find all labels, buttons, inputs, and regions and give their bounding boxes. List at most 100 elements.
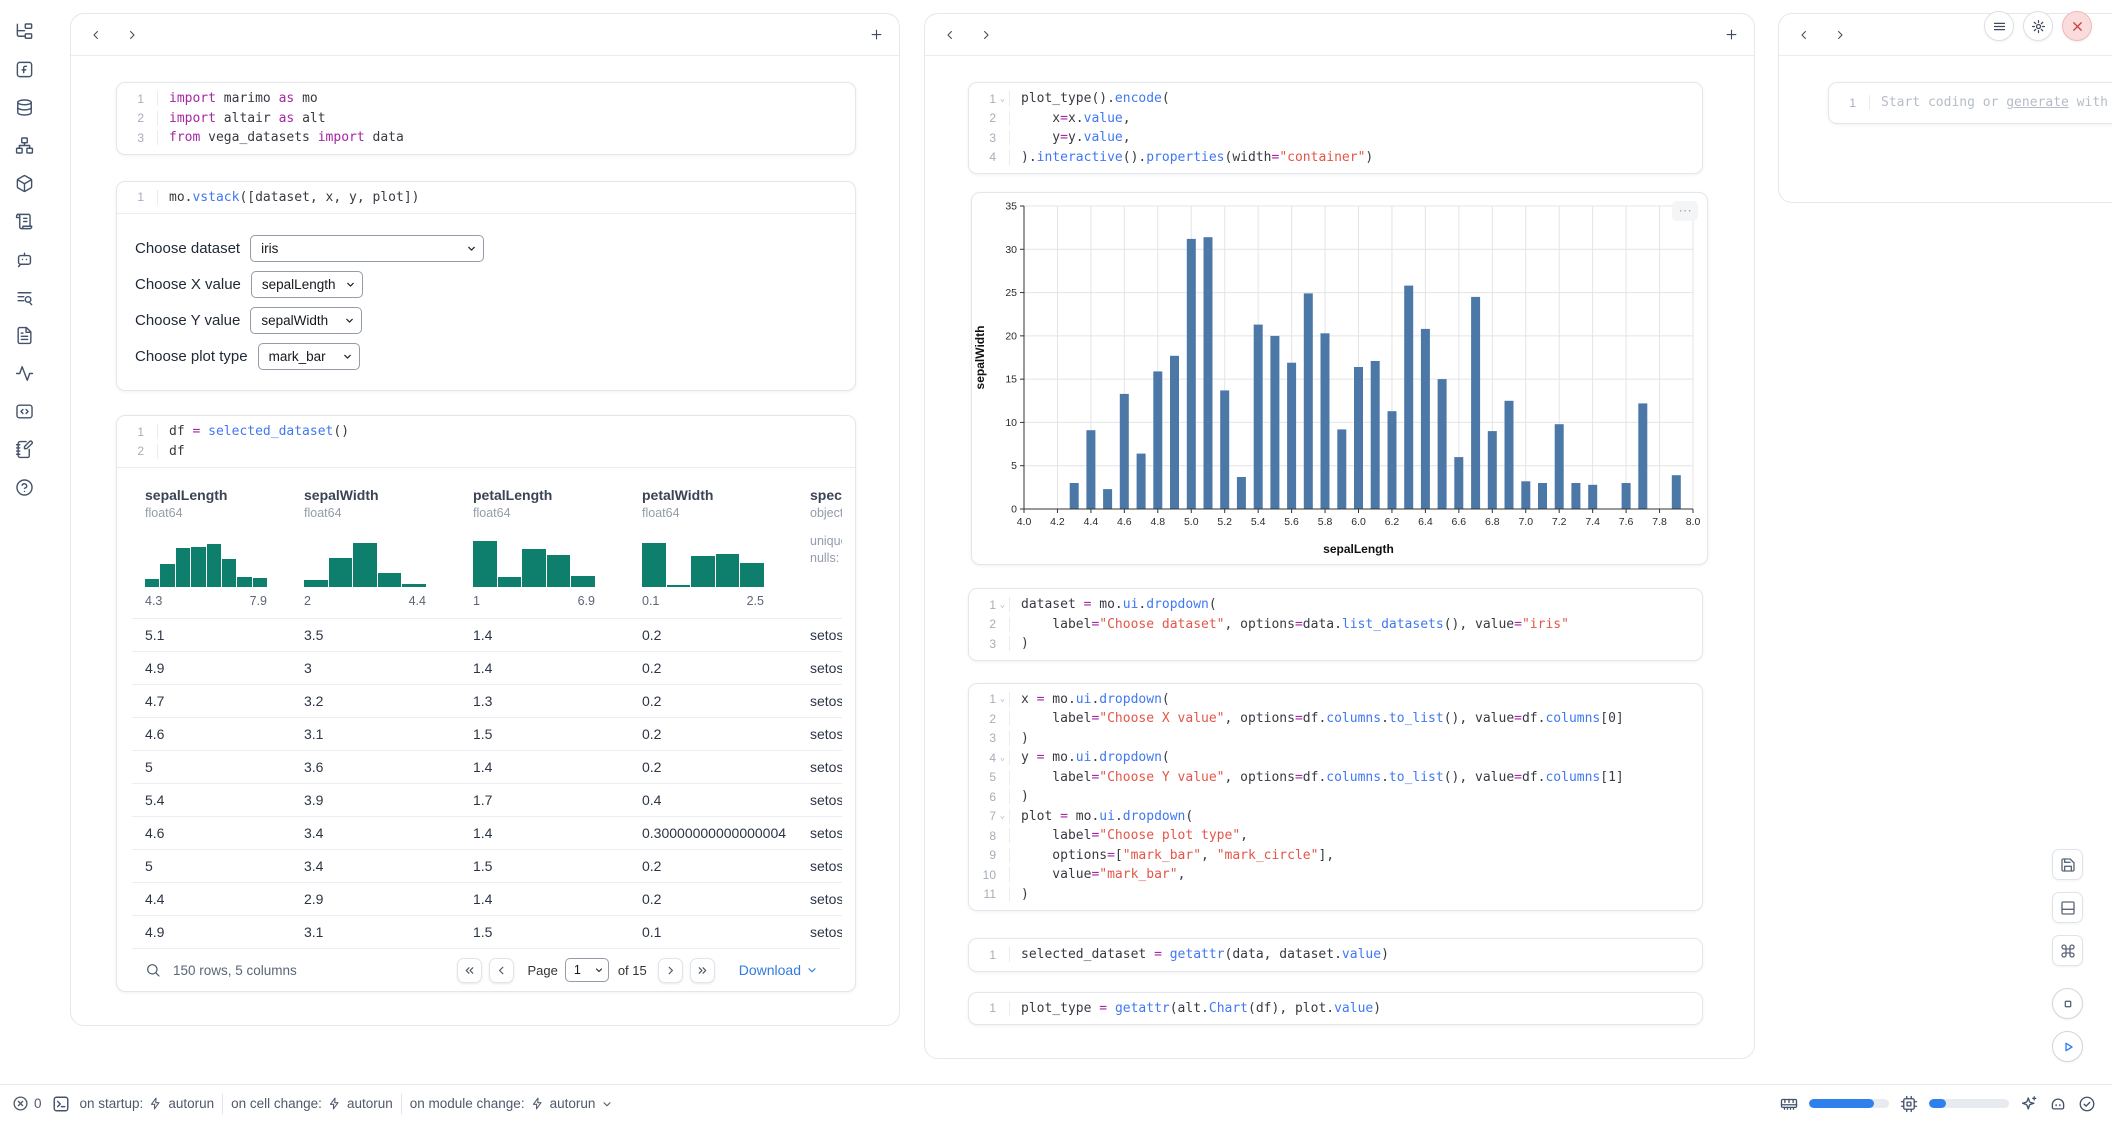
package-icon[interactable]	[12, 171, 36, 195]
ai-sparkles-icon[interactable]	[2020, 1095, 2038, 1113]
fold-chevron-icon[interactable]: ⌄	[996, 600, 1009, 610]
table-row[interactable]: 4.63.11.50.2setosa	[132, 717, 842, 750]
column-back-button[interactable]	[1791, 22, 1817, 48]
table-row[interactable]: 5.13.51.40.2setosa	[132, 618, 842, 651]
table-row[interactable]: 5.43.91.70.4setosa	[132, 783, 842, 816]
column-forward-button[interactable]	[119, 22, 145, 48]
column-histogram[interactable]	[642, 535, 764, 587]
code-line: 4).interactive().properties(width="conta…	[969, 148, 1702, 168]
autorun-setting[interactable]: on cell change:autorun	[231, 1096, 393, 1111]
code-editor[interactable]: 1⌄x = mo.ui.dropdown(2 label="Choose X v…	[969, 684, 1702, 911]
column-histogram[interactable]	[473, 535, 595, 587]
code-editor[interactable]: 1selected_dataset = getattr(data, datase…	[969, 939, 1702, 971]
stop-button[interactable]	[2052, 988, 2083, 1019]
svg-text:10: 10	[1005, 417, 1017, 429]
keyboard-shortcuts-button[interactable]	[2052, 935, 2083, 966]
table-cell: 5	[132, 858, 291, 874]
code-editor[interactable]: 1import marimo as mo2import altair as al…	[117, 83, 855, 154]
column-name[interactable]: sepalLength	[145, 487, 291, 503]
fold-chevron-icon[interactable]: ⌄	[996, 694, 1009, 704]
table-cell: 1.5	[460, 924, 629, 940]
layout-toggle-button[interactable]	[2052, 892, 2083, 923]
run-button[interactable]	[2052, 1031, 2083, 1062]
function-square-icon[interactable]	[12, 57, 36, 81]
connection-status-icon[interactable]	[2078, 1095, 2096, 1113]
code-line: 1⌄x = mo.ui.dropdown(	[969, 690, 1702, 710]
fold-chevron-icon[interactable]: ⌄	[996, 811, 1009, 821]
activity-icon[interactable]	[12, 361, 36, 385]
line-number: 2	[117, 444, 144, 458]
cpu-icon[interactable]	[1900, 1095, 1918, 1113]
scroll-icon[interactable]	[12, 209, 36, 233]
code-line: 1mo.vstack([dataset, x, y, plot])	[117, 188, 855, 208]
column-forward-button[interactable]	[1827, 22, 1853, 48]
middle-panel-header	[925, 14, 1754, 56]
scratchpad-cell[interactable]: 1 Start coding or generate with	[1828, 82, 2112, 124]
code-editor[interactable]: 1plot_type = getattr(alt.Chart(df), plot…	[969, 993, 1702, 1025]
memory-icon[interactable]	[1780, 1095, 1798, 1113]
choose-plot-type-select[interactable]: mark_bar	[258, 343, 360, 370]
table-row[interactable]: 4.73.21.30.2setosa	[132, 684, 842, 717]
choose-x-value-select[interactable]: sepalLength	[251, 271, 363, 298]
generate-link[interactable]: generate	[2006, 95, 2069, 110]
network-icon[interactable]	[12, 133, 36, 157]
code-editor[interactable]: 1⌄plot_type().encode(2 x=x.value,3 y=y.v…	[969, 83, 1702, 173]
fold-chevron-icon[interactable]: ⌄	[996, 94, 1009, 104]
search-icon[interactable]	[145, 962, 161, 978]
dropdown-label: Choose X value	[135, 276, 241, 293]
list-search-icon[interactable]	[12, 285, 36, 309]
chat-bot-icon[interactable]	[12, 247, 36, 271]
line-number: 9	[969, 848, 996, 862]
code-editor[interactable]: 1df = selected_dataset()2df	[117, 416, 855, 467]
table-row[interactable]: 4.931.40.2setosa	[132, 651, 842, 684]
menu-button[interactable]	[1984, 11, 2014, 41]
column-back-button[interactable]	[937, 22, 963, 48]
notebook-cell: 1mo.vstack([dataset, x, y, plot]) Choose …	[116, 181, 856, 392]
first-page-button[interactable]	[457, 958, 482, 983]
table-row[interactable]: 4.93.11.50.1setosa	[132, 915, 842, 948]
bar-chart-svg[interactable]: 4.04.24.44.64.85.05.25.45.65.86.06.26.46…	[972, 193, 1709, 566]
chart-options-button[interactable]: ⋯	[1672, 201, 1698, 221]
previous-page-button[interactable]	[489, 958, 514, 983]
last-page-button[interactable]	[690, 958, 715, 983]
table-row[interactable]: 53.41.50.2setosa	[132, 849, 842, 882]
database-icon[interactable]	[12, 95, 36, 119]
choose-dataset-select[interactable]: iris	[250, 235, 484, 262]
code-snippet-icon[interactable]	[12, 399, 36, 423]
column-histogram[interactable]	[304, 535, 426, 587]
code-editor[interactable]: 1⌄dataset = mo.ui.dropdown(2 label="Choo…	[969, 589, 1702, 660]
column-name[interactable]: petalWidth	[642, 487, 797, 503]
column-name[interactable]: sepalWidth	[304, 487, 460, 503]
add-cell-button[interactable]	[863, 22, 889, 48]
choose-y-value-select[interactable]: sepalWidth	[250, 307, 362, 334]
file-tree-icon[interactable]	[12, 19, 36, 43]
help-icon[interactable]	[12, 475, 36, 499]
column-forward-button[interactable]	[973, 22, 999, 48]
code-editor[interactable]: 1mo.vstack([dataset, x, y, plot])	[117, 182, 855, 214]
errors-badge[interactable]: 0	[12, 1095, 42, 1112]
code-line: 1plot_type = getattr(alt.Chart(df), plot…	[969, 999, 1702, 1019]
add-cell-button[interactable]	[1718, 22, 1744, 48]
table-row[interactable]: 53.61.40.2setosa	[132, 750, 842, 783]
close-button[interactable]	[2062, 11, 2092, 41]
notebook-edit-icon[interactable]	[12, 437, 36, 461]
column-name[interactable]: species	[810, 487, 842, 503]
column-histogram[interactable]	[145, 535, 267, 587]
document-icon[interactable]	[12, 323, 36, 347]
table-body: 5.13.51.40.2setosa4.931.40.2setosa4.73.2…	[132, 618, 840, 948]
column-name[interactable]: petalLength	[473, 487, 629, 503]
next-page-button[interactable]	[658, 958, 683, 983]
save-button[interactable]	[2052, 849, 2083, 880]
autorun-setting[interactable]: on module change:autorun	[410, 1096, 614, 1111]
settings-button[interactable]	[2023, 11, 2053, 41]
terminal-button[interactable]	[52, 1095, 70, 1113]
table-row[interactable]: 4.63.41.40.30000000000000004setosa	[132, 816, 842, 849]
copilot-icon[interactable]	[2049, 1095, 2067, 1113]
autorun-setting[interactable]: on startup:autorun	[80, 1096, 215, 1111]
code-text: df	[157, 444, 855, 459]
download-button[interactable]: Download	[733, 961, 824, 979]
page-number-select[interactable]: 1	[565, 958, 609, 982]
column-back-button[interactable]	[83, 22, 109, 48]
table-row[interactable]: 4.42.91.40.2setosa	[132, 882, 842, 915]
fold-chevron-icon[interactable]: ⌄	[996, 753, 1009, 763]
